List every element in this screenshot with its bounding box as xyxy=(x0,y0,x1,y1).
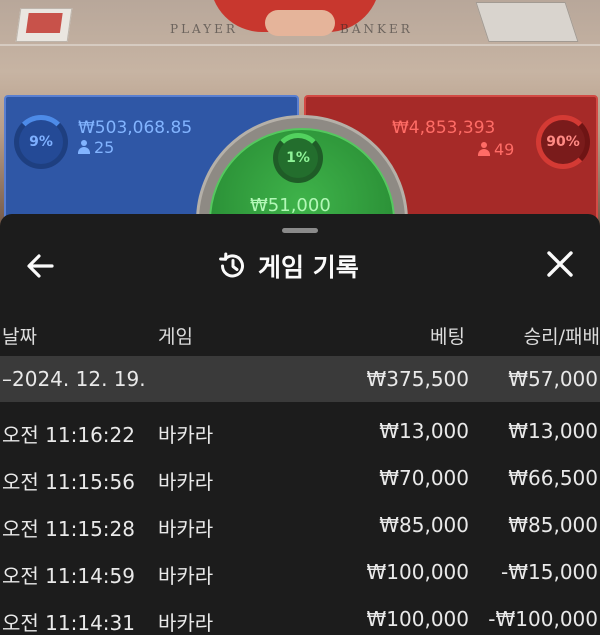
row-win-loss: -₩100,000 xyxy=(488,607,598,631)
row-bet: ₩70,000 xyxy=(379,466,469,490)
row-game: 바카라 xyxy=(158,564,214,588)
row-time: 오전 11:15:56 xyxy=(2,470,135,494)
row-time: 오전 11:14:59 xyxy=(2,564,135,588)
summary-win-loss: ₩57,000 xyxy=(508,367,598,391)
sheet-title: 게임 기록 xyxy=(258,253,359,282)
table-row[interactable]: 오전 11:14:59 바카라 ₩100,000 -₩15,000 xyxy=(0,549,600,595)
row-win-loss: ₩66,500 xyxy=(508,466,598,490)
player-percent: 9% xyxy=(29,134,53,150)
drag-handle[interactable] xyxy=(282,228,318,233)
banker-total-amount: ₩4,853,393 xyxy=(392,118,496,138)
row-win-loss: -₩15,000 xyxy=(501,560,598,584)
player-bettor-count: 25 xyxy=(78,138,114,157)
player-table-label: PLAYER xyxy=(170,22,238,36)
row-game: 바카라 xyxy=(158,423,214,447)
game-history-sheet: 게임 기록 날짜 게임 베팅 승리/패배 –2024. 12. 19. ₩375… xyxy=(0,214,600,635)
row-bet: ₩100,000 xyxy=(366,607,469,631)
history-clock-icon xyxy=(219,252,244,278)
row-win-loss: ₩13,000 xyxy=(508,419,598,443)
player-total-amount: ₩503,068.85 xyxy=(78,118,193,138)
summary-bet: ₩375,500 xyxy=(366,367,469,391)
arrow-left-icon xyxy=(27,254,54,278)
close-icon xyxy=(547,251,573,277)
row-game: 바카라 xyxy=(158,611,214,635)
row-time: 오전 11:16:22 xyxy=(2,423,135,447)
summary-date: –2024. 12. 19. xyxy=(2,367,146,391)
row-game: 바카라 xyxy=(158,470,214,494)
banker-bettor-count: 49 xyxy=(478,140,514,159)
column-header-date: 날짜 xyxy=(2,326,37,348)
row-bet: ₩13,000 xyxy=(379,419,469,443)
card-deck xyxy=(15,8,73,42)
row-bet: ₩85,000 xyxy=(379,513,469,537)
table-line xyxy=(0,44,600,46)
table-row[interactable]: 오전 11:14:31 바카라 ₩100,000 -₩100,000 xyxy=(0,596,600,635)
close-button[interactable] xyxy=(542,246,578,282)
card-shoe xyxy=(475,2,579,42)
banker-percent-ring: 90% xyxy=(536,115,590,169)
player-count-value: 25 xyxy=(94,138,115,157)
row-game: 바카라 xyxy=(158,517,214,541)
player-percent-ring: 9% xyxy=(14,115,68,169)
column-header-win-loss: 승리/패배 xyxy=(523,326,600,348)
table-row[interactable]: 오전 11:15:56 바카라 ₩70,000 ₩66,500 xyxy=(0,455,600,501)
table-row[interactable]: 오전 11:16:22 바카라 ₩13,000 ₩13,000 xyxy=(0,408,600,454)
row-time: 오전 11:14:31 xyxy=(2,611,135,635)
dealer-hands xyxy=(265,10,335,36)
date-summary-row[interactable]: –2024. 12. 19. ₩375,500 ₩57,000 xyxy=(0,356,600,402)
person-icon xyxy=(478,142,490,156)
back-button[interactable] xyxy=(22,248,58,284)
banker-table-label: BANKER xyxy=(340,22,413,36)
tie-total-amount: ₩51,000 xyxy=(250,195,331,216)
banker-percent: 90% xyxy=(546,134,580,150)
column-header-game: 게임 xyxy=(158,326,193,348)
sheet-header: 게임 기록 xyxy=(216,248,359,284)
tie-percent-ring: 1% xyxy=(273,133,323,183)
tie-percent: 1% xyxy=(286,150,310,166)
row-time: 오전 11:15:28 xyxy=(2,517,135,541)
column-header-bet: 베팅 xyxy=(430,326,465,348)
row-bet: ₩100,000 xyxy=(366,560,469,584)
table-row[interactable]: 오전 11:15:28 바카라 ₩85,000 ₩85,000 xyxy=(0,502,600,548)
person-icon xyxy=(78,140,90,154)
row-win-loss: ₩85,000 xyxy=(508,513,598,537)
banker-count-value: 49 xyxy=(494,140,515,159)
